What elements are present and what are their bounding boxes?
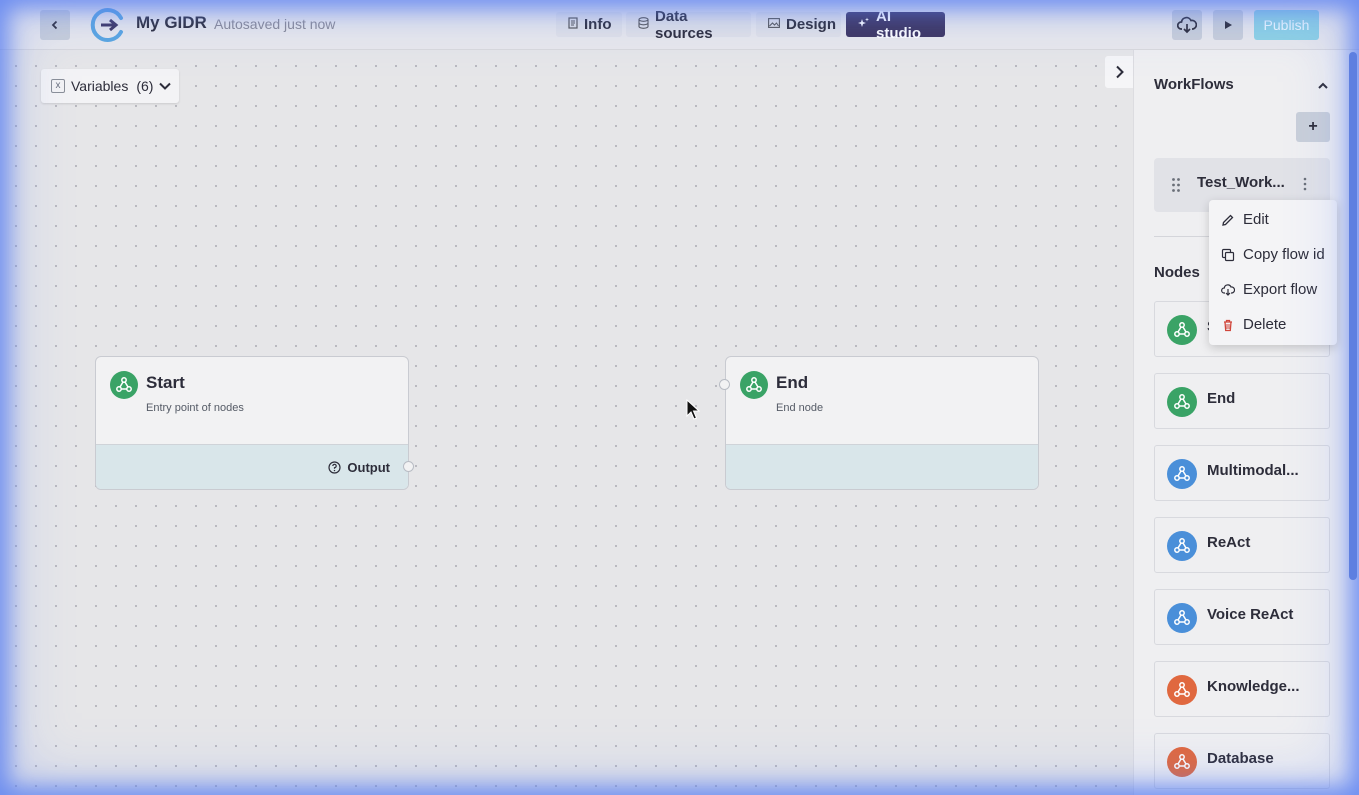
node-footer: Output [96, 445, 408, 489]
node-palette-label: Multimodal... [1207, 462, 1299, 479]
play-icon [1225, 21, 1232, 29]
chevron-right-icon [1116, 65, 1124, 79]
sparkle-icon [858, 17, 870, 32]
node-palette-item[interactable]: ReAct [1154, 517, 1330, 573]
tab-design-label: Design [786, 16, 837, 33]
node-palette-label: End [1207, 390, 1236, 407]
start-output-port[interactable] [403, 461, 414, 472]
copy-icon [1221, 248, 1235, 262]
chevron-left-icon [51, 20, 58, 30]
start-node-card[interactable]: Start Entry point of nodes Output [95, 356, 409, 490]
image-icon [768, 18, 780, 31]
workflow-node-icon [1167, 459, 1197, 489]
workflow-node-icon [740, 371, 768, 399]
node-palette-item[interactable]: Knowledge... [1154, 661, 1330, 717]
menu-item-label: Edit [1243, 211, 1269, 228]
tab-info-label: Info [584, 16, 612, 33]
node-palette-item[interactable]: Database [1154, 733, 1330, 789]
tab-ai-studio[interactable]: AI studio [846, 8, 945, 42]
output-label: Output [328, 460, 390, 475]
node-subtitle: End node [776, 402, 824, 414]
workflow-node-icon [1167, 675, 1197, 705]
tab-data-sources-label: Data sources [655, 7, 713, 42]
workflows-title: WorkFlows [1154, 76, 1234, 93]
node-header: End End node [726, 357, 1038, 445]
output-label-text: Output [347, 460, 390, 475]
cloud-download-icon [1177, 16, 1197, 34]
end-node-card[interactable]: End End node [725, 356, 1039, 490]
more-vertical-icon[interactable] [1303, 177, 1307, 191]
node-palette-item[interactable]: Multimodal... [1154, 445, 1330, 501]
variables-count: (6) [136, 78, 154, 94]
workflow-node-icon [1167, 531, 1197, 561]
sidebar-scrollbar[interactable] [1349, 52, 1357, 580]
menu-item-label: Export flow [1243, 281, 1318, 298]
node-palette-label: Knowledge... [1207, 678, 1300, 695]
help-circle-icon [328, 461, 342, 474]
tab-design[interactable]: Design [756, 12, 841, 37]
chevron-down-icon [159, 82, 172, 90]
workflow-node-icon [1167, 315, 1197, 345]
download-button[interactable] [1172, 10, 1202, 40]
database-icon [638, 17, 649, 32]
node-footer [726, 445, 1038, 489]
node-subtitle: Entry point of nodes [146, 402, 244, 414]
menu-item-edit[interactable]: Edit [1209, 202, 1337, 237]
menu-item-copy-flow-id[interactable]: Copy flow id [1209, 237, 1337, 272]
node-palette-item[interactable]: Voice ReAct [1154, 589, 1330, 645]
tab-ai-studio-label: AI studio [876, 7, 921, 42]
add-workflow-button[interactable]: + [1296, 112, 1330, 142]
node-header: Start Entry point of nodes [96, 357, 408, 445]
tab-data-sources[interactable]: Data sources [626, 8, 751, 42]
publish-button[interactable]: Publish [1254, 10, 1319, 40]
workflow-name: Test_Work... [1197, 174, 1285, 191]
app-title: My GIDR [136, 13, 207, 32]
workflow-node-icon [1167, 747, 1197, 777]
pencil-icon [1221, 213, 1235, 227]
menu-item-label: Delete [1243, 316, 1287, 333]
menu-item-delete[interactable]: Delete [1209, 307, 1337, 342]
node-palette-label: Database [1207, 750, 1274, 767]
variable-x-icon: x [51, 79, 65, 93]
workflows-sidebar: WorkFlows + Test_Work... Nodes S [1133, 50, 1359, 795]
workflow-node-icon [110, 371, 138, 399]
tab-info[interactable]: Info [556, 12, 622, 37]
drag-handle-icon[interactable] [1171, 177, 1181, 193]
collapse-sidebar-button[interactable] [1105, 56, 1135, 88]
nodes-title: Nodes [1154, 264, 1200, 281]
workflow-node-icon [1167, 603, 1197, 633]
workflow-node-icon [1167, 387, 1197, 417]
workflow-context-menu: Edit Copy flow id Export flow Delete [1209, 200, 1337, 345]
menu-item-label: Copy flow id [1243, 246, 1325, 263]
app-logo-icon [90, 7, 126, 43]
node-palette-item[interactable]: End [1154, 373, 1330, 429]
run-button[interactable] [1213, 10, 1243, 40]
app-frame: My GIDR Autosaved just now Info Data sou… [0, 0, 1359, 795]
variables-label: Variables [71, 78, 129, 94]
mouse-cursor-icon [686, 399, 700, 420]
node-title: Start [146, 373, 185, 392]
document-icon [568, 17, 578, 32]
node-title: End [776, 373, 809, 392]
node-palette-label: ReAct [1207, 534, 1251, 551]
export-icon [1221, 283, 1235, 297]
top-header: My GIDR Autosaved just now Info Data sou… [0, 0, 1359, 50]
back-button[interactable] [40, 10, 70, 40]
variables-dropdown[interactable]: x Variables (6) [41, 69, 179, 103]
chevron-up-icon[interactable] [1316, 79, 1330, 93]
menu-item-export-flow[interactable]: Export flow [1209, 272, 1337, 307]
trash-icon [1221, 318, 1235, 332]
node-palette-label: Voice ReAct [1207, 606, 1294, 623]
autosave-status: Autosaved just now [214, 16, 336, 32]
end-input-port[interactable] [719, 379, 730, 390]
